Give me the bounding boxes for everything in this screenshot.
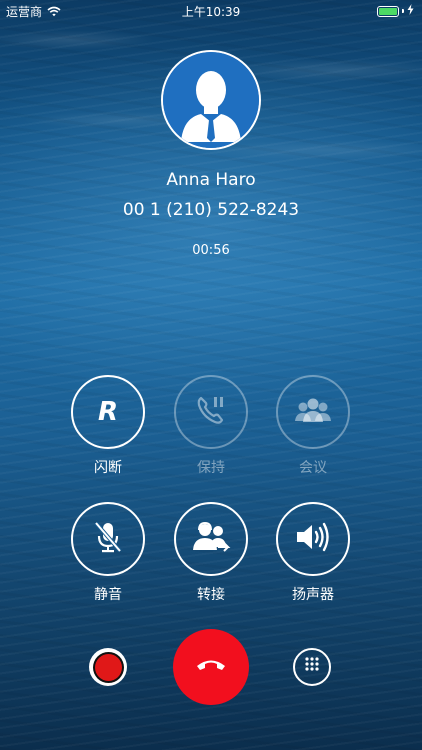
call-duration: 00:56 (192, 243, 230, 258)
transfer-people-icon (191, 520, 231, 558)
group-icon (293, 395, 333, 429)
status-bar: 运营商 上午10:39 (0, 0, 422, 22)
speaker-button-ring[interactable] (276, 502, 350, 576)
record-icon (94, 653, 122, 681)
hold-button[interactable]: 保持 (166, 375, 256, 477)
transfer-button-ring[interactable] (174, 502, 248, 576)
mute-button[interactable]: 静音 (63, 502, 153, 604)
transfer-button[interactable]: 转接 (166, 502, 256, 604)
hangup-icon (196, 657, 226, 677)
person-avatar-icon (161, 50, 261, 150)
flash-button-ring[interactable]: R (71, 375, 145, 449)
conference-label: 会议 (299, 460, 327, 476)
keypad-icon (303, 656, 321, 678)
record-button[interactable] (89, 648, 127, 686)
flash-button[interactable]: R 闪断 (63, 375, 153, 477)
keypad-button[interactable] (293, 648, 331, 686)
battery-fill (379, 7, 397, 15)
speaker-icon (293, 520, 333, 558)
mic-muted-icon (91, 519, 125, 559)
mute-label: 静音 (94, 587, 122, 603)
battery-icon (377, 5, 399, 17)
hangup-button[interactable] (173, 629, 249, 705)
call-screen: 运营商 上午10:39 Anna Haro 00 1 (210) 522-824… (0, 0, 422, 750)
flash-r-icon: R (97, 397, 119, 427)
conference-button[interactable]: 会议 (268, 375, 358, 477)
flash-label: 闪断 (94, 460, 122, 476)
speaker-label: 扬声器 (292, 587, 334, 603)
charging-icon (407, 4, 414, 18)
caller-name: Anna Haro (166, 170, 256, 190)
status-time: 上午10:39 (181, 5, 241, 19)
speaker-button[interactable]: 扬声器 (268, 502, 358, 604)
battery-group (377, 4, 414, 18)
caller-number: 00 1 (210) 522-8243 (122, 200, 300, 220)
hold-button-ring[interactable] (174, 375, 248, 449)
transfer-label: 转接 (197, 587, 225, 603)
conference-button-ring[interactable] (276, 375, 350, 449)
mute-button-ring[interactable] (71, 502, 145, 576)
hold-label: 保持 (197, 460, 225, 476)
battery-cap (402, 9, 404, 13)
phone-hold-icon (194, 393, 228, 431)
